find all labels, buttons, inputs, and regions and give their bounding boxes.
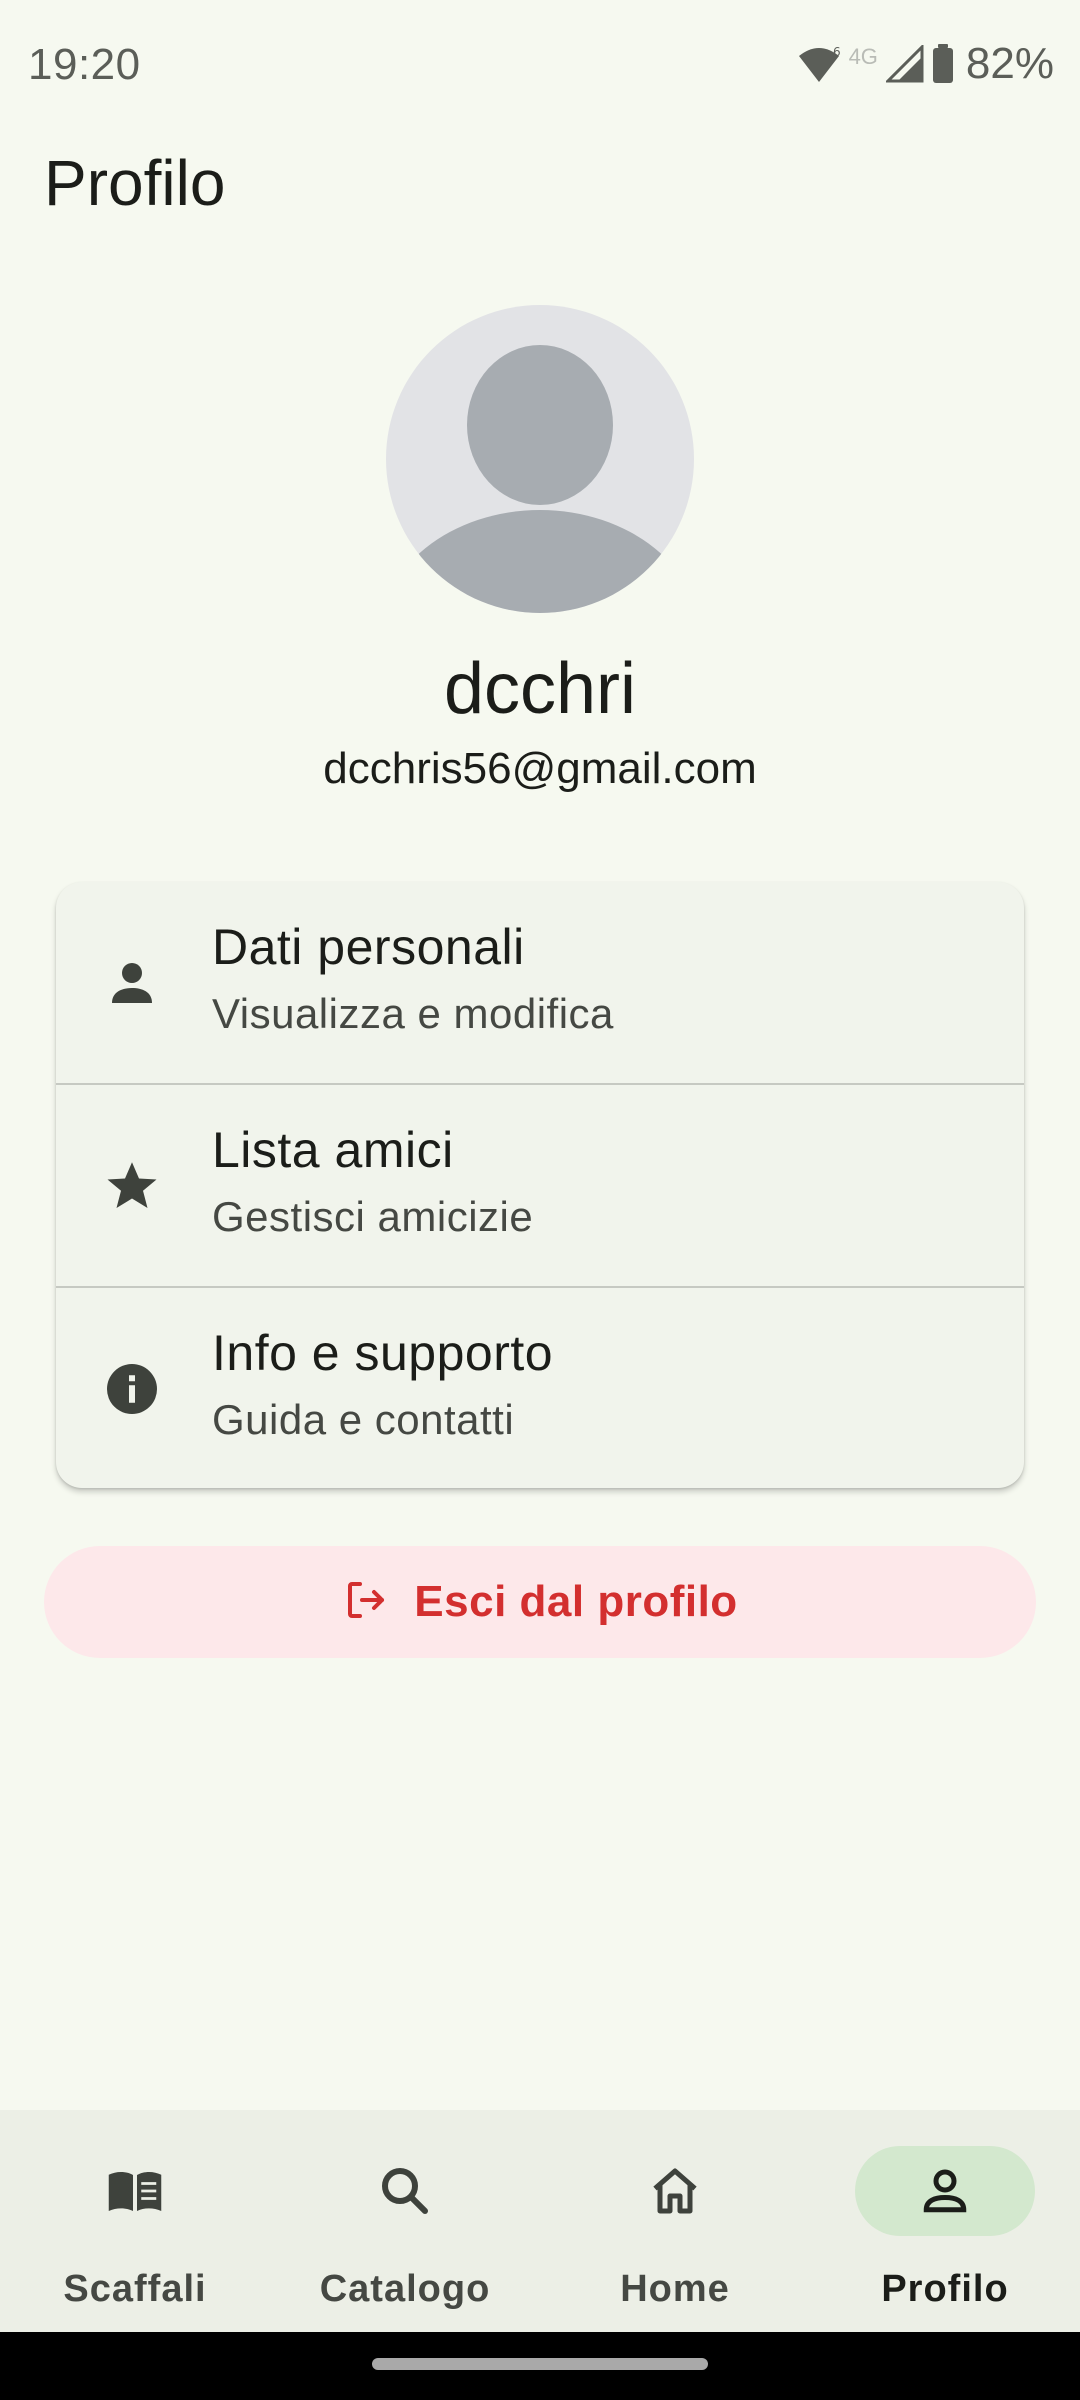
avatar-body (386, 510, 694, 613)
battery-icon (932, 44, 954, 84)
status-icons: 6 4G 82% (797, 36, 1054, 92)
menu-item-title: Info e supporto (212, 1325, 554, 1381)
nav-label: Catalogo (319, 2268, 491, 2310)
svg-text:6: 6 (833, 45, 841, 59)
logout-button[interactable]: Esci dal profilo (44, 1546, 1036, 1658)
cell-signal-icon (885, 45, 924, 83)
avatar-head (467, 345, 613, 505)
menu-item-subtitle: Guida e contatti (212, 1396, 515, 1443)
info-icon (102, 1359, 162, 1419)
nav-item-catalogo[interactable]: Catalogo (270, 2110, 540, 2332)
profile-username: dcchri (443, 649, 637, 729)
menu-item-dati-personali[interactable]: Dati personali Visualizza e modifica (56, 882, 1024, 1084)
system-gesture-area (0, 2332, 1080, 2400)
person-icon (102, 953, 162, 1013)
nav-label: Scaffali (63, 2268, 207, 2310)
menu-item-subtitle: Gestisci amicizie (212, 1193, 534, 1240)
gesture-handle[interactable] (372, 2358, 708, 2370)
status-time: 19:20 (28, 40, 141, 89)
home-icon (645, 2161, 705, 2221)
book-icon (105, 2161, 165, 2221)
menu-item-title: Lista amici (212, 1122, 454, 1178)
nav-item-profilo[interactable]: Profilo (810, 2110, 1080, 2332)
search-icon (375, 2161, 435, 2221)
person-outline-icon (915, 2161, 975, 2221)
bottom-navigation: Scaffali Catalogo Home Profilo (0, 2110, 1080, 2332)
status-bar: 19:20 6 4G 82% (0, 0, 1080, 126)
menu-item-subtitle: Visualizza e modifica (212, 990, 614, 1037)
logout-label: Esci dal profilo (414, 1577, 738, 1626)
star-icon (102, 1156, 162, 1216)
nav-label: Home (620, 2268, 730, 2310)
profile-email: dcchris56@gmail.com (323, 744, 757, 793)
logout-icon (342, 1576, 390, 1629)
profile-menu-card: Dati personali Visualizza e modifica Lis… (56, 882, 1024, 1488)
menu-item-title: Dati personali (212, 919, 525, 975)
nav-item-home[interactable]: Home (540, 2110, 810, 2332)
nav-item-scaffali[interactable]: Scaffali (0, 2110, 270, 2332)
nav-label: Profilo (881, 2268, 1009, 2310)
default-avatar-icon (386, 305, 694, 613)
menu-item-lista-amici[interactable]: Lista amici Gestisci amicizie (56, 1085, 1024, 1287)
battery-percent: 82% (965, 39, 1054, 88)
wifi-icon: 6 (797, 44, 841, 84)
network-type: 4G (848, 44, 878, 69)
page-title: Profilo (44, 147, 226, 219)
menu-item-info-supporto[interactable]: Info e supporto Guida e contatti (56, 1288, 1024, 1488)
